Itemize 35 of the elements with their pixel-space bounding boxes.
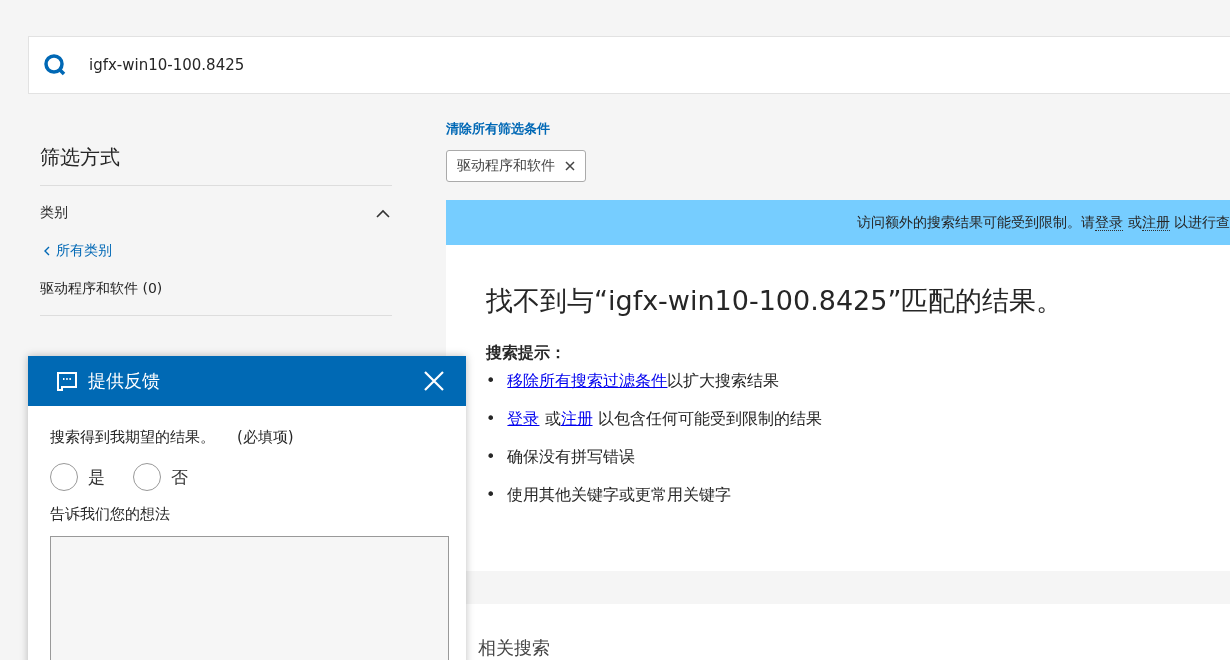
notice-link[interactable]: 注册: [1141, 213, 1170, 231]
all-categories-link[interactable]: 所有类别: [44, 242, 392, 260]
search-field[interactable]: igfx-win10-100.8425: [87, 55, 491, 75]
bullet: •: [486, 370, 496, 392]
search-icon: [43, 53, 67, 77]
tips-heading: 搜索提示：: [486, 343, 567, 364]
category-heading: 类别: [40, 204, 68, 222]
related-heading: 相关搜索: [478, 637, 550, 658]
close-button[interactable]: [424, 371, 444, 391]
bullet: •: [486, 408, 496, 430]
tip-text: 移除所有搜索过滤条件以扩大搜索结果: [507, 370, 780, 392]
comment-label: 告诉我们您的想法: [50, 505, 171, 524]
question-text: 搜索得到我期望的结果。: [50, 428, 215, 447]
comment-field[interactable]: [50, 536, 449, 660]
bullet: •: [486, 484, 496, 506]
filter-chip[interactable]: 驱动程序和软件: [446, 150, 586, 182]
tip-text: 确保没有拼写错误: [507, 446, 636, 468]
filter-heading: 筛选方式: [40, 144, 392, 186]
feedback-title: 提供反馈: [88, 369, 161, 393]
notice-text: 访问额外的搜索结果可能受到限制。请登录 或注册 以进行查: [857, 213, 1230, 232]
tip-text: 使用其他关键字或更常用关键字: [507, 484, 732, 506]
required-note: (必填项): [237, 428, 294, 447]
bullet: •: [486, 446, 496, 468]
tip-text: 登录 或注册 以包含任何可能受到限制的结果: [507, 408, 822, 430]
chat-icon: [56, 371, 78, 391]
notice-link[interactable]: 登录: [1095, 213, 1124, 231]
tip-link[interactable]: 移除所有搜索过滤条件: [507, 371, 668, 390]
tip-link[interactable]: 登录: [507, 409, 540, 428]
close-icon[interactable]: [565, 161, 575, 171]
no-results-title: 找不到与“igfx-win10-100.8425”匹配的结果。: [486, 284, 1065, 318]
category-item[interactable]: 驱动程序和软件 (0): [40, 280, 163, 296]
clear-filters-link[interactable]: 清除所有筛选条件: [446, 120, 550, 138]
tip-link[interactable]: 注册: [560, 409, 593, 428]
chevron-icon[interactable]: [376, 208, 390, 218]
chevron-icon: [44, 246, 50, 256]
